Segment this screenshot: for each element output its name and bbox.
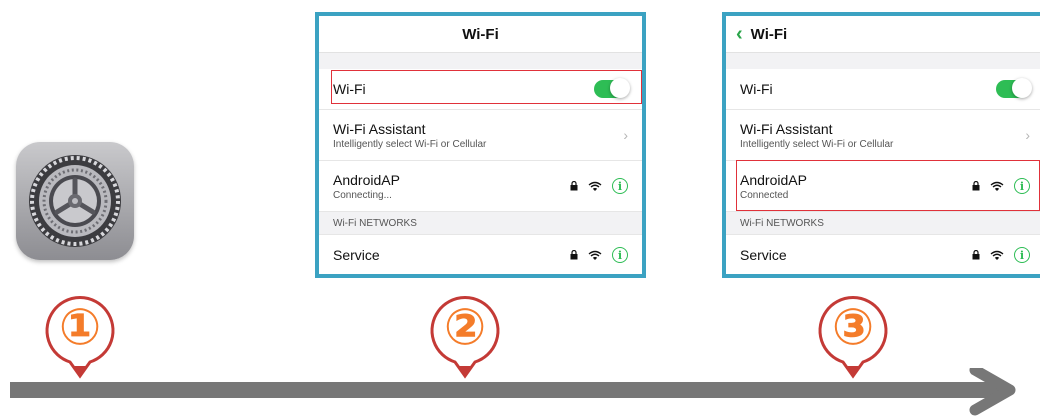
network-status: Connecting... bbox=[333, 189, 392, 201]
chevron-right-icon: › bbox=[623, 127, 628, 143]
wifi-screen-connecting: Wi-Fi Wi-Fi Wi-Fi Assistant Intelligentl… bbox=[315, 12, 646, 278]
info-icon[interactable]: i bbox=[612, 247, 628, 263]
networks-section-header: Wi-Fi NETWORKS bbox=[726, 212, 1040, 235]
nav-bar: Wi-Fi bbox=[319, 16, 642, 53]
step-number: ② bbox=[443, 298, 487, 356]
wifi-label: Wi-Fi bbox=[333, 81, 366, 97]
info-icon[interactable]: i bbox=[612, 178, 628, 194]
nav-bar: ‹ Wi-Fi bbox=[726, 16, 1040, 53]
lock-icon bbox=[570, 250, 578, 260]
wifi-signal-icon bbox=[588, 181, 602, 191]
gear-icon bbox=[29, 155, 121, 247]
network-name: Service bbox=[333, 247, 380, 263]
step-number: ① bbox=[58, 298, 102, 356]
wifi-assistant-subtitle: Intelligently select Wi-Fi or Cellular bbox=[740, 138, 894, 150]
settings-app-icon[interactable] bbox=[16, 142, 134, 260]
toggle-knob bbox=[1012, 78, 1032, 98]
network-row-service[interactable]: Service i bbox=[319, 235, 642, 274]
step-number: ③ bbox=[831, 298, 875, 356]
network-status: Connected bbox=[740, 189, 789, 201]
back-chevron-icon[interactable]: ‹ bbox=[736, 24, 743, 44]
wifi-assistant-row[interactable]: Wi-Fi Assistant Intelligently select Wi-… bbox=[319, 110, 642, 161]
wifi-assistant-subtitle: Intelligently select Wi-Fi or Cellular bbox=[333, 138, 487, 150]
group-spacer bbox=[319, 53, 642, 69]
network-row-androidap[interactable]: AndroidAP Connecting... i bbox=[319, 161, 642, 212]
step-marker-2: ② bbox=[428, 296, 502, 380]
wifi-toggle-row[interactable]: Wi-Fi bbox=[726, 69, 1040, 110]
network-row-androidap[interactable]: AndroidAP Connected i bbox=[726, 161, 1040, 212]
wifi-toggle[interactable] bbox=[996, 78, 1032, 98]
page-title: Wi-Fi bbox=[462, 25, 499, 43]
wifi-toggle-row[interactable]: Wi-Fi bbox=[319, 69, 642, 110]
toggle-knob bbox=[610, 78, 630, 98]
network-name: AndroidAP bbox=[333, 171, 400, 188]
lock-icon bbox=[972, 181, 980, 191]
step-marker-1: ① bbox=[43, 296, 117, 380]
network-name: Service bbox=[740, 247, 787, 263]
wifi-signal-icon bbox=[990, 181, 1004, 191]
network-row-service[interactable]: Service i bbox=[726, 235, 1040, 274]
wifi-assistant-title: Wi-Fi Assistant bbox=[333, 120, 426, 137]
lock-icon bbox=[570, 181, 578, 191]
wifi-assistant-row[interactable]: Wi-Fi Assistant Intelligently select Wi-… bbox=[726, 110, 1040, 161]
chevron-right-icon: › bbox=[1025, 127, 1030, 143]
group-spacer bbox=[726, 53, 1040, 69]
info-icon[interactable]: i bbox=[1014, 247, 1030, 263]
wifi-label: Wi-Fi bbox=[740, 81, 773, 97]
wifi-toggle[interactable] bbox=[594, 78, 630, 98]
lock-icon bbox=[972, 250, 980, 260]
wifi-signal-icon bbox=[990, 250, 1004, 260]
step-marker-3: ③ bbox=[816, 296, 890, 380]
wifi-screen-connected: ‹ Wi-Fi Wi-Fi Wi-Fi Assistant Intelligen… bbox=[722, 12, 1040, 278]
wifi-assistant-title: Wi-Fi Assistant bbox=[740, 120, 833, 137]
network-name: AndroidAP bbox=[740, 171, 807, 188]
page-title: Wi-Fi bbox=[750, 25, 788, 43]
networks-section-header: Wi-Fi NETWORKS bbox=[319, 212, 642, 235]
wifi-signal-icon bbox=[588, 250, 602, 260]
info-icon[interactable]: i bbox=[1014, 178, 1030, 194]
